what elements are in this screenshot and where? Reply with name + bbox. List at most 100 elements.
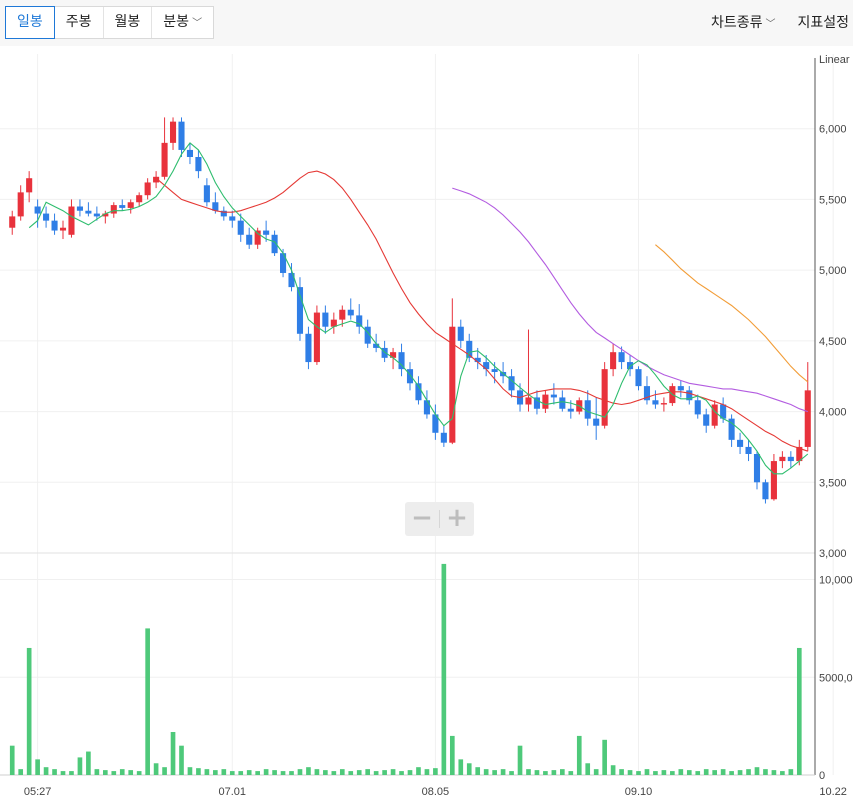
candle-body — [804, 390, 811, 447]
zoom-in-button[interactable]: + — [440, 502, 474, 536]
candle-body — [559, 397, 566, 409]
candle-body — [567, 408, 574, 412]
volume-bar — [754, 767, 760, 775]
candle-body — [161, 142, 168, 177]
volume-bar — [712, 770, 718, 775]
volume-bar — [509, 771, 514, 775]
volume-bar — [204, 769, 210, 775]
volume-bar — [424, 769, 430, 775]
volume-bar — [636, 771, 641, 775]
volume-bar — [458, 759, 464, 775]
candle-body — [550, 394, 557, 398]
volume-bar — [119, 769, 125, 775]
candle-body — [711, 404, 718, 426]
candle-body — [660, 403, 667, 405]
candle-body — [491, 369, 498, 372]
volume-bar — [246, 770, 252, 775]
volume-bar — [433, 768, 438, 775]
candle-body — [339, 309, 346, 320]
volume-bar — [686, 770, 692, 775]
candle-body — [593, 418, 600, 426]
volume-bar — [543, 771, 548, 775]
candle-body — [280, 253, 287, 273]
volume-bar — [771, 770, 777, 775]
volume-bar — [35, 759, 40, 775]
candle-body — [762, 482, 769, 500]
candle-body — [677, 386, 684, 391]
candle-body — [59, 227, 67, 231]
volume-bar — [297, 769, 303, 775]
volume-bar — [365, 769, 371, 775]
scale-label[interactable]: Linear — [819, 54, 850, 66]
volume-tick-label: 0 — [819, 770, 825, 782]
volume-bar — [720, 769, 726, 775]
candle-body — [356, 315, 363, 327]
candle-body — [626, 362, 634, 370]
candle-body — [76, 206, 83, 211]
candle-body — [457, 326, 464, 341]
price-tick-label: 5,500 — [819, 194, 847, 206]
volume-bar — [475, 767, 481, 775]
volume-bar — [534, 770, 540, 775]
volume-bar — [339, 769, 345, 775]
candle-body — [483, 362, 490, 370]
candle-body — [584, 400, 591, 419]
candle-body — [305, 333, 312, 363]
ma60-line — [452, 187, 808, 413]
candle-body — [779, 456, 786, 462]
stock-chart[interactable]: 3,000 3,500 4,000 4,500 5,000 5,500 6,000 Linea… — [0, 0, 853, 801]
price-tick-label: 6,000 — [819, 124, 847, 136]
date-tick-label: 09.10 — [625, 786, 653, 798]
candle-body — [178, 121, 185, 150]
volume-bar — [238, 771, 244, 775]
volume-bar — [610, 765, 616, 775]
volume-bar — [517, 745, 523, 775]
volume-bar — [585, 763, 591, 775]
candle-body — [313, 312, 320, 363]
volume-bar — [323, 770, 328, 775]
volume-bar — [306, 767, 311, 775]
volume-bar — [43, 767, 49, 775]
candle-body — [229, 216, 236, 221]
volume-bar — [576, 735, 582, 775]
candle-body — [93, 213, 100, 217]
date-tick-label: 08.05 — [422, 786, 450, 798]
ma20-line — [155, 170, 808, 452]
volume-bar — [86, 751, 91, 775]
volume-bar — [162, 767, 167, 775]
volume-bar — [221, 769, 227, 775]
volume-bar — [593, 769, 599, 775]
zoom-out-button[interactable]: − — [405, 502, 439, 536]
volume-bar — [466, 763, 472, 775]
volume-bar — [69, 771, 74, 775]
volume-bar — [170, 732, 176, 775]
candle-body — [737, 439, 744, 447]
candle-body — [186, 149, 194, 157]
candle-body — [43, 213, 50, 221]
volume-bar — [568, 771, 574, 775]
volume-bar — [60, 771, 66, 775]
price-tick-label: 3,500 — [819, 477, 847, 489]
zoom-control: − + — [405, 502, 474, 536]
candle-body — [694, 400, 701, 415]
volume-bar — [788, 769, 794, 775]
volume-bar — [196, 768, 201, 775]
candle-body — [770, 461, 777, 500]
candle-body — [26, 178, 33, 193]
volume-bar — [52, 769, 57, 775]
price-tick-label: 4,000 — [819, 407, 847, 419]
volume-bar — [153, 763, 159, 775]
candle-body — [144, 182, 151, 196]
candle-body — [51, 220, 58, 231]
date-tick-label: 07.01 — [219, 786, 247, 798]
volume-bar — [678, 769, 684, 775]
volume-bar — [102, 770, 108, 775]
candle-body — [68, 206, 75, 235]
volume-bar — [670, 771, 675, 775]
price-tick-label: 3,000 — [819, 548, 847, 560]
volume-bar — [416, 767, 421, 775]
candle-body — [263, 230, 270, 235]
candle-body — [34, 206, 41, 214]
candle-body — [703, 414, 710, 426]
volume-bar — [526, 769, 531, 775]
